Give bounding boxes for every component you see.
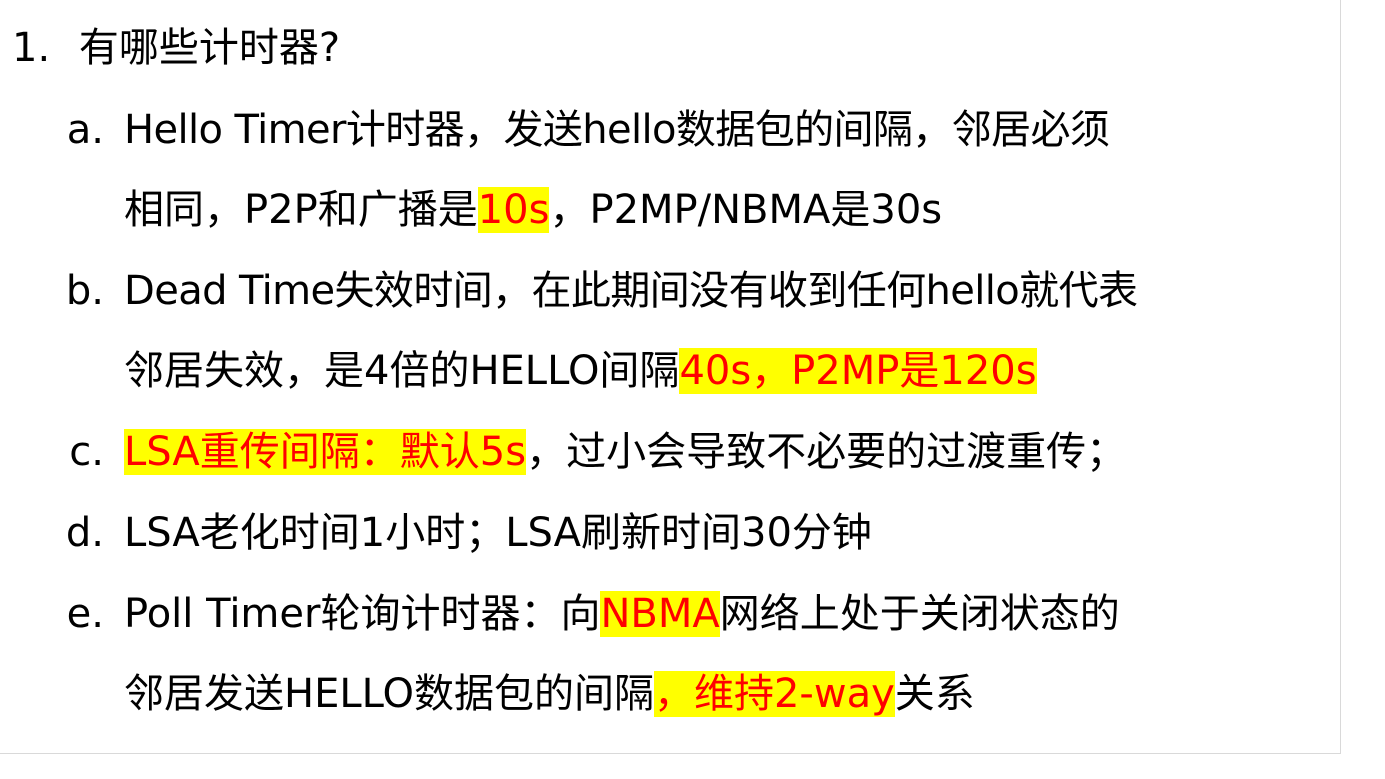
item-a-highlight: 10s xyxy=(477,187,550,233)
list-marker-b: b. xyxy=(65,268,104,314)
list-marker-d: d. xyxy=(65,510,104,556)
item-c-highlight: LSA重传间隔：默认5s xyxy=(124,429,527,475)
list-item-e-line-1: e. Poll Timer轮询计时器：向NBMA网络上处于关闭状态的 xyxy=(0,574,1341,654)
item-d-text-1: LSA老化时间1小时；LSA刷新时间30分钟 xyxy=(124,510,872,556)
list-marker-a: a. xyxy=(66,107,104,153)
list-item-d-line-1: d. LSA老化时间1小时；LSA刷新时间30分钟 xyxy=(0,493,1341,573)
list-item-b-line-1: b. Dead Time失效时间，在此期间没有收到任何hello就代表 xyxy=(0,251,1341,331)
item-a-text-2-post: ，P2MP/NBMA是30s xyxy=(549,187,943,233)
item-e-text-1-pre: Poll Timer轮询计时器：向 xyxy=(124,591,601,637)
list-item-a-line-2: 相同，P2P和广播是10s，P2MP/NBMA是30s xyxy=(124,170,942,250)
document-slide: 1. 有哪些计时器? a. Hello Timer计时器，发送hello数据包的… xyxy=(0,0,1341,754)
list-item-e-line-2: 邻居发送HELLO数据包的间隔，维持2-way关系 xyxy=(124,654,975,734)
list-marker-c: c. xyxy=(69,429,104,475)
item-b-text-2-pre: 邻居失效，是4倍的HELLO间隔 xyxy=(124,348,680,394)
list-item-c-line-1: c. LSA重传间隔：默认5s，过小会导致不必要的过渡重传； xyxy=(0,412,1341,492)
heading-text: 有哪些计时器? xyxy=(78,25,341,71)
item-e-text-2-post: 关系 xyxy=(894,671,975,717)
item-b-text-1: Dead Time失效时间，在此期间没有收到任何hello就代表 xyxy=(124,268,1138,314)
item-a-text-1: Hello Timer计时器，发送hello数据包的间隔，邻居必须 xyxy=(124,107,1110,153)
item-c-text-post: ，过小会导致不必要的过渡重传； xyxy=(526,429,1127,475)
item-b-highlight: 40s，P2MP是120s xyxy=(679,348,1037,394)
list-item-a-line-1: a. Hello Timer计时器，发送hello数据包的间隔，邻居必须 xyxy=(0,90,1341,170)
list-marker-e: e. xyxy=(66,591,104,637)
item-e-text-1-post: 网络上处于关闭状态的 xyxy=(719,591,1120,637)
item-e-highlight-1: NBMA xyxy=(600,591,720,637)
item-e-content-1: Poll Timer轮询计时器：向NBMA网络上处于关闭状态的 xyxy=(124,574,1120,654)
item-e-highlight-2: ，维持2-way xyxy=(653,671,895,717)
heading-line: 1. 有哪些计时器? xyxy=(12,8,340,88)
heading-number: 1. xyxy=(12,25,51,71)
item-c-content: LSA重传间隔：默认5s，过小会导致不必要的过渡重传； xyxy=(124,412,1126,492)
item-a-text-2-pre: 相同，P2P和广播是 xyxy=(124,187,478,233)
item-e-text-2-pre: 邻居发送HELLO数据包的间隔 xyxy=(124,671,654,717)
list-item-b-line-2: 邻居失效，是4倍的HELLO间隔40s，P2MP是120s xyxy=(124,331,1037,411)
